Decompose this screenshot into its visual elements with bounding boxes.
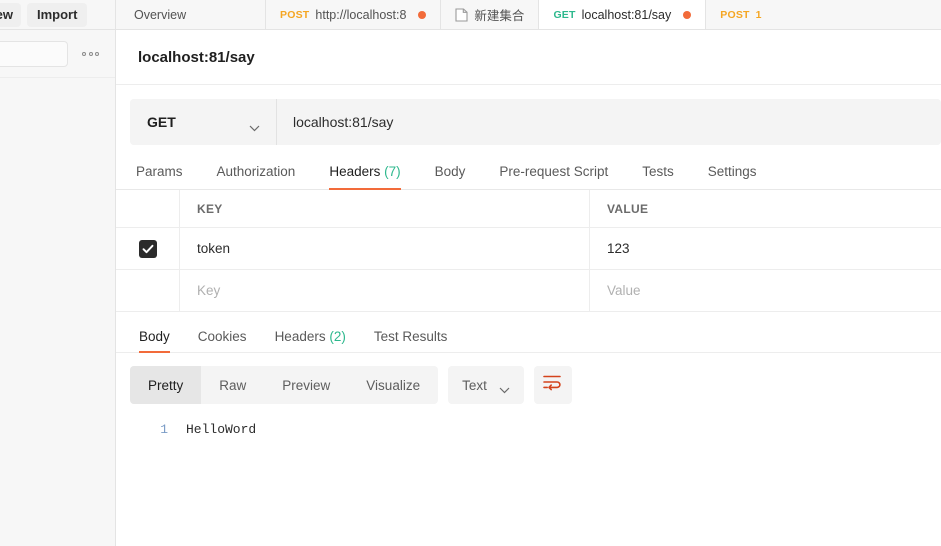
ellipsis-icon[interactable] (82, 51, 99, 56)
tab-label: Test Results (373, 328, 448, 344)
table-header-row: KEY VALUE (116, 190, 941, 228)
tab-method: POST (280, 8, 310, 21)
response-tabs: Body Cookies Headers (2) Test Results (116, 312, 941, 353)
format-preview-button[interactable]: Preview (264, 366, 348, 404)
tab-count: (2) (329, 328, 346, 344)
response-tab-cookies[interactable]: Cookies (184, 328, 261, 353)
format-pretty-button[interactable]: Pretty (130, 366, 202, 404)
tab-label: Params (136, 163, 183, 179)
url-zone: GET localhost:81/say (116, 85, 941, 145)
response-tab-headers[interactable]: Headers (2) (261, 328, 360, 353)
column-header-value: VALUE (607, 201, 649, 216)
row-checkbox-cell (116, 270, 180, 311)
response-format-bar: Pretty Raw Preview Visualize Text (116, 353, 941, 404)
unsaved-dot-icon (418, 10, 427, 19)
tab-strip: Overview POST http://localhost:8 新建集合 GE… (116, 0, 941, 30)
new-button[interactable]: lew (0, 2, 21, 27)
tab-post-1[interactable]: POST 1 (706, 0, 776, 29)
content-type-label: Text (462, 377, 487, 393)
page-title: localhost:81/say (138, 48, 255, 66)
tab-label: http://localhost:8 (315, 7, 407, 22)
header-key-placeholder[interactable]: Key (197, 283, 220, 298)
format-segmented-control: Pretty Raw Preview Visualize (130, 366, 439, 404)
tab-method: POST (720, 8, 750, 21)
tab-label: Headers (329, 163, 381, 179)
tab-count: (7) (384, 163, 401, 179)
word-wrap-icon (543, 374, 562, 396)
tab-label: Overview (134, 7, 187, 22)
table-row[interactable]: token 123 (116, 228, 941, 270)
import-button[interactable]: Import (26, 2, 88, 27)
header-value[interactable]: 123 (607, 241, 630, 256)
unsaved-dot-icon (683, 10, 692, 19)
checkbox-column-header (116, 190, 180, 227)
header-value-placeholder[interactable]: Value (607, 283, 641, 298)
response-tab-body[interactable]: Body (130, 328, 184, 353)
response-body-text: HelloWord (186, 422, 257, 437)
request-title-bar: localhost:81/say (116, 30, 941, 85)
line-number: 1 (160, 422, 168, 437)
url-input[interactable]: localhost:81/say (277, 99, 941, 145)
tab-settings[interactable]: Settings (691, 163, 774, 190)
tab-label: Tests (642, 163, 674, 179)
tab-post-localhost[interactable]: POST http://localhost:8 (266, 0, 442, 29)
tab-method: GET (553, 8, 576, 21)
tab-label: Authorization (216, 163, 296, 179)
content-type-select[interactable]: Text (448, 366, 524, 404)
tab-body[interactable]: Body (418, 163, 483, 190)
response-body-viewer[interactable]: 1 HelloWord (116, 404, 941, 546)
url-bar: GET localhost:81/say (130, 99, 941, 145)
tab-label: 1 (755, 8, 762, 21)
tab-overview[interactable]: Overview (116, 0, 266, 29)
main-area: Overview POST http://localhost:8 新建集合 GE… (116, 0, 941, 546)
row-checkbox[interactable] (138, 239, 157, 258)
chevron-down-icon (499, 382, 510, 393)
postman-window: lew Import Overview POST http://localhos… (0, 0, 941, 546)
word-wrap-button[interactable] (533, 366, 572, 404)
tab-tests[interactable]: Tests (625, 163, 691, 190)
sidebar: lew Import (0, 0, 116, 546)
tab-label: Pre-request Script (499, 163, 609, 179)
sidebar-toolbar: lew Import (0, 0, 115, 30)
row-checkbox-cell (116, 228, 180, 269)
tab-label: 新建集合 (474, 9, 525, 23)
response-tab-test-results[interactable]: Test Results (360, 328, 462, 353)
header-key[interactable]: token (197, 241, 230, 256)
method-select[interactable]: GET (130, 99, 277, 145)
format-raw-button[interactable]: Raw (201, 366, 264, 404)
sidebar-collection-list (0, 78, 115, 546)
chevron-down-icon (249, 119, 260, 131)
method-label: GET (147, 114, 176, 130)
tab-label: Settings (707, 163, 757, 179)
tab-label: Headers (274, 328, 326, 344)
collection-icon (455, 7, 468, 22)
tab-collection[interactable]: 新建集合 (441, 0, 540, 29)
tab-headers[interactable]: Headers (7) (312, 163, 417, 190)
column-header-key: KEY (197, 201, 223, 216)
tab-label: Body (139, 328, 170, 344)
request-tabs: Params Authorization Headers (7) Body Pr… (116, 145, 941, 190)
sidebar-search-row (0, 30, 115, 78)
tab-pre-request-script[interactable]: Pre-request Script (482, 163, 625, 190)
tab-label: localhost:81/say (581, 7, 672, 22)
tab-label: Body (434, 163, 466, 179)
format-visualize-button[interactable]: Visualize (348, 366, 438, 404)
tab-params[interactable]: Params (130, 163, 200, 190)
tab-get-localhost-say[interactable]: GET localhost:81/say (539, 0, 707, 29)
search-input[interactable] (0, 40, 68, 67)
response-panel: Body Cookies Headers (2) Test Results Pr… (116, 312, 941, 546)
table-row-empty[interactable]: Key Value (116, 270, 941, 312)
headers-table: KEY VALUE token 123 Key Value (116, 190, 941, 312)
tab-authorization[interactable]: Authorization (200, 163, 313, 190)
tab-label: Cookies (197, 328, 247, 344)
